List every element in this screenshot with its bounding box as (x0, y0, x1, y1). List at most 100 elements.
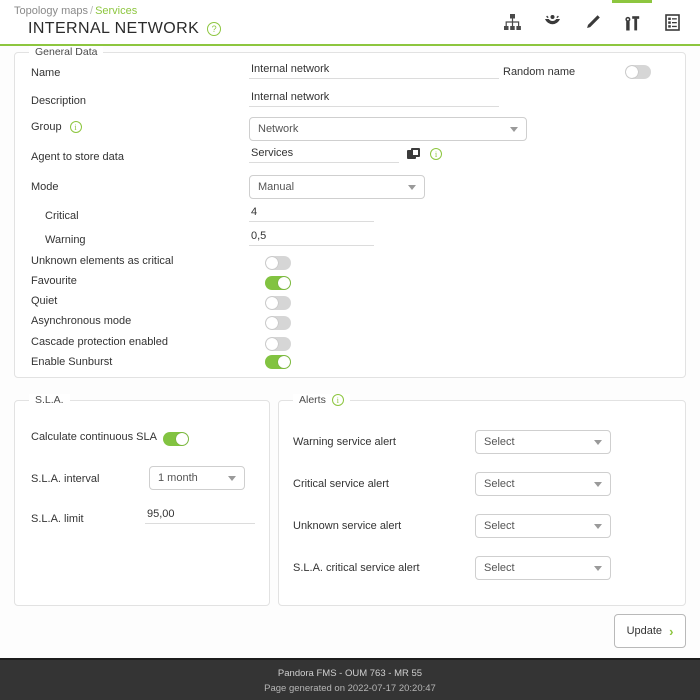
chevron-down-icon (228, 476, 236, 481)
toggle-label: Unknown elements as critical (31, 255, 174, 267)
description-input[interactable] (249, 89, 499, 107)
description-field-wrap (249, 89, 499, 107)
general-data-legend: General Data (29, 46, 104, 58)
alerts-fieldset: Alerts i Warning service alert Select Cr… (278, 394, 686, 606)
sla-interval-label: S.L.A. interval (31, 473, 100, 485)
page-header: Topology maps / Services INTERNAL NETWORK … (0, 0, 700, 46)
alert-row-label: Warning service alert (293, 436, 396, 448)
group-info-icon[interactable]: i (69, 121, 82, 133)
toggle-quiet[interactable] (265, 296, 291, 310)
warning-label-wrap: Warning (31, 234, 86, 246)
description-label: Description (31, 95, 87, 107)
mode-select-value: Manual (258, 181, 295, 193)
toggle-asynchronous-mode[interactable] (265, 316, 291, 330)
toggle-cascade-label-wrap: Cascade protection enabled (31, 336, 168, 348)
list-tab[interactable] (652, 0, 692, 44)
help-icon[interactable]: ? (207, 22, 222, 36)
footer-generated: Page generated on 2022-07-17 20:20:47 (264, 683, 436, 694)
group-select[interactable]: Network (249, 117, 527, 141)
sla-interval-label-wrap: S.L.A. interval (31, 473, 99, 485)
warning-field-wrap (249, 228, 374, 246)
page-footer: Pandora FMS - OUM 763 - MR 55 Page gener… (0, 658, 700, 700)
toggle-favourite-label-wrap: Favourite (31, 275, 77, 287)
toggle-label: Enable Sunburst (31, 356, 113, 368)
chevron-down-icon (510, 127, 518, 132)
random-name-toggle[interactable] (625, 65, 652, 79)
sla-legend-text: S.L.A. (35, 394, 64, 406)
toggle-label: Favourite (31, 275, 77, 287)
mode-select[interactable]: Manual (249, 175, 425, 199)
breadcrumb-separator: / (90, 5, 94, 17)
tools-icon (623, 15, 642, 32)
name-field-wrap (249, 61, 499, 79)
continuous-sla-label: Calculate continuous SLA (31, 431, 157, 443)
critical-service-alert-select[interactable]: Select (475, 472, 611, 496)
toggle-unknown-critical-label-wrap: Unknown elements as critical (31, 255, 173, 267)
toggle-enable-sunburst[interactable] (265, 355, 291, 369)
chevron-down-icon (594, 524, 602, 529)
name-label: Name (31, 67, 61, 79)
sla-legend: S.L.A. (29, 394, 70, 406)
mode-label: Mode (31, 181, 59, 193)
continuous-sla-toggle[interactable] (163, 432, 189, 446)
random-name-label: Random name (503, 66, 576, 78)
unknown-alert-label-wrap: Unknown service alert (293, 520, 401, 532)
network-tree-icon (503, 13, 522, 31)
unknown-service-alert-select[interactable]: Select (475, 514, 611, 538)
critical-alert-label-wrap: Critical service alert (293, 478, 389, 490)
breadcrumb: Topology maps / Services (14, 5, 137, 17)
toggle-async-label-wrap: Asynchronous mode (31, 315, 131, 327)
sla-interval-value: 1 month (158, 472, 198, 484)
sla-limit-input[interactable] (145, 506, 255, 524)
warning-service-alert-select[interactable]: Select (475, 430, 611, 454)
mode-label-wrap: Mode (31, 181, 59, 193)
warning-alert-label-wrap: Warning service alert (293, 436, 396, 448)
general-data-fieldset: General Data Name Random name Descriptio… (14, 46, 686, 378)
group-select-value: Network (258, 123, 299, 135)
critical-label-wrap: Critical (31, 210, 79, 222)
topology-tree-tab[interactable] (492, 0, 532, 44)
toggle-favourite[interactable] (265, 276, 291, 290)
toggle-unknown-elements-as-critical[interactable] (265, 256, 291, 270)
agent-field-wrap: i (249, 145, 442, 163)
sla-limit-field-wrap (145, 506, 255, 524)
toggle-cascade-protection-enabled[interactable] (265, 337, 291, 351)
sla-limit-label: S.L.A. limit (31, 513, 84, 525)
agent-input[interactable] (249, 145, 399, 163)
continuous-sla-label-wrap: Calculate continuous SLA (31, 431, 157, 443)
chevron-right-icon: › (669, 623, 674, 639)
header-tabs (492, 0, 692, 45)
toggle-quiet-label-wrap: Quiet (31, 295, 57, 307)
copy-icon[interactable] (407, 148, 420, 160)
tools-tab[interactable] (612, 0, 652, 45)
name-input[interactable] (249, 61, 499, 79)
sunburst-tab[interactable] (532, 0, 572, 44)
breadcrumb-current[interactable]: Services (95, 5, 137, 17)
name-label-wrap: Name (31, 67, 60, 79)
warning-input[interactable] (249, 228, 374, 246)
group-label-wrap: Group i (31, 121, 82, 133)
breadcrumb-root[interactable]: Topology maps (14, 5, 88, 17)
sla-interval-select[interactable]: 1 month (149, 466, 245, 490)
title-row: INTERNAL NETWORK ? (28, 20, 222, 38)
update-button-label: Update (626, 625, 663, 637)
chevron-down-icon (408, 185, 416, 190)
warning-label: Warning (45, 234, 86, 246)
update-button[interactable]: Update › (614, 614, 686, 648)
critical-field-wrap (249, 204, 374, 222)
sla-critical-alert-label-wrap: S.L.A. critical service alert (293, 562, 420, 574)
alerts-legend: Alerts i (293, 394, 350, 406)
sla-critical-service-alert-select[interactable]: Select (475, 556, 611, 580)
sunburst-icon (543, 14, 562, 31)
pencil-icon (583, 14, 602, 31)
critical-label: Critical (45, 210, 79, 222)
alerts-info-icon[interactable]: i (331, 394, 344, 406)
alert-row-value: Select (484, 478, 515, 490)
app-page: Topology maps / Services INTERNAL NETWORK … (0, 0, 700, 700)
critical-input[interactable] (249, 204, 374, 222)
footer-version: Pandora FMS - OUM 763 - MR 55 (277, 668, 423, 679)
alert-row-label: Critical service alert (293, 478, 389, 490)
agent-info-icon[interactable]: i (430, 148, 442, 160)
edit-tab[interactable] (572, 0, 612, 44)
alert-row-value: Select (484, 436, 515, 448)
